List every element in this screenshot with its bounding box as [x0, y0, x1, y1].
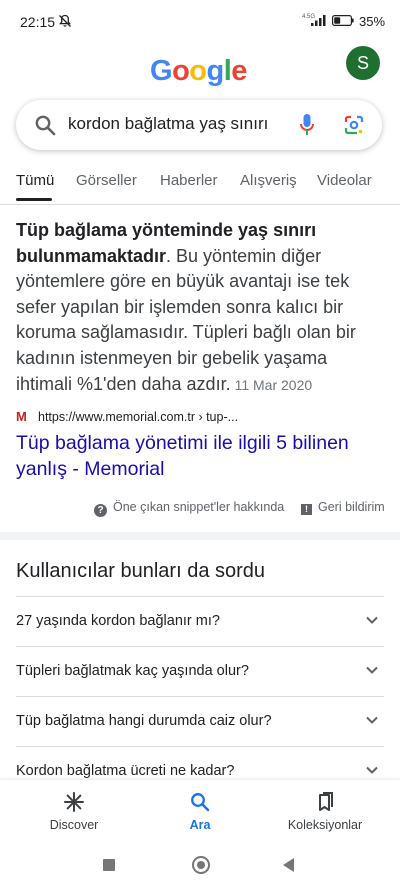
snippet-text: . Bu yöntemin diğer yöntemlere göre en b…	[16, 245, 356, 394]
system-navigation-bar	[0, 844, 400, 888]
paa-question-text: Tüp bağlatma hangi durumda caiz olur?	[16, 713, 272, 729]
chevron-down-icon	[366, 666, 378, 674]
active-tab-indicator	[16, 198, 52, 201]
source-url: https://www.memorial.com.tr › tup-...	[38, 410, 239, 424]
bottom-navigation: Discover Ara Koleksiyonlar	[0, 780, 400, 844]
tab-news[interactable]: Haberler	[160, 172, 218, 189]
svg-text:Google: Google	[150, 55, 247, 87]
section-separator	[0, 532, 400, 540]
back-button[interactable]	[283, 858, 294, 872]
nav-label: Discover	[49, 818, 99, 832]
site-favicon: M	[16, 409, 27, 424]
paa-question[interactable]: Tüp bağlatma hangi durumda caiz olur?	[16, 696, 384, 747]
tabs-divider	[0, 204, 400, 205]
signal-icon	[311, 15, 326, 26]
nav-label: Koleksiyonlar	[287, 818, 363, 832]
nav-search[interactable]: Ara	[140, 780, 260, 844]
chevron-down-icon	[366, 766, 378, 774]
avatar-letter: S	[356, 52, 369, 73]
google-lens-icon[interactable]	[343, 114, 365, 136]
tab-videos[interactable]: Videolar	[317, 172, 372, 189]
google-logo: Google	[150, 55, 248, 87]
home-button[interactable]	[192, 856, 210, 874]
nav-collections[interactable]: Koleksiyonlar	[265, 780, 385, 844]
status-bar: 22:15 4.5G 35%	[0, 0, 400, 44]
tab-all[interactable]: Tümü	[16, 172, 54, 189]
snippet-date: 11 Mar 2020	[234, 376, 313, 393]
feedback-icon: !	[301, 504, 312, 515]
search-box[interactable]: kordon bağlatma yaş sınırı	[16, 100, 382, 150]
status-time: 22:15	[20, 14, 56, 30]
paa-question-text: Tüpleri bağlatmak kaç yaşında olur?	[16, 663, 249, 679]
search-icon	[191, 793, 210, 812]
about-snippets-link[interactable]: ? Öne çıkan snippet'ler hakkında	[94, 500, 284, 517]
mute-bell-icon	[59, 14, 71, 27]
paa-question-text: Kordon bağlatma ücreti ne kadar?	[16, 763, 235, 779]
chevron-down-icon	[366, 616, 378, 624]
chevron-down-icon	[366, 716, 378, 724]
paa-question[interactable]: Tüpleri bağlatmak kaç yaşında olur?	[16, 646, 384, 697]
search-icon	[35, 115, 56, 136]
featured-snippet: Tüp bağlama yönteminde yaş sınırı bulunm…	[16, 218, 368, 398]
about-snippets-label: Öne çıkan snippet'ler hakkında	[113, 500, 285, 514]
bookmarks-icon	[319, 792, 333, 811]
asterisk-icon	[64, 792, 84, 812]
battery-percent: 35%	[359, 14, 386, 29]
result-title-link[interactable]: Tüp bağlama yönetimi ile ilgili 5 biline…	[16, 430, 376, 482]
nav-label: Ara	[189, 818, 211, 832]
help-icon: ?	[94, 504, 107, 517]
paa-question[interactable]: 27 yaşında kordon bağlanır mı?	[16, 596, 384, 647]
result-source[interactable]: Mhttps://www.memorial.com.tr › tup-...	[16, 409, 238, 424]
nav-discover[interactable]: Discover	[14, 780, 134, 844]
search-tabs: Tümü Görseller Haberler Alışveriş Videol…	[0, 166, 400, 206]
feedback-link[interactable]: ! Geri bildirim	[301, 500, 385, 515]
microphone-icon[interactable]	[299, 113, 315, 137]
feedback-label: Geri bildirim	[318, 500, 385, 514]
tab-images[interactable]: Görseller	[76, 172, 137, 189]
account-avatar[interactable]: S	[346, 46, 380, 80]
paa-question-text: 27 yaşında kordon bağlanır mı?	[16, 613, 220, 629]
search-input[interactable]: kordon bağlatma yaş sınırı	[68, 114, 268, 134]
recent-apps-button[interactable]	[103, 859, 115, 871]
people-also-ask-title: Kullanıcılar bunları da sordu	[16, 560, 266, 582]
battery-icon	[332, 15, 354, 26]
tab-shopping[interactable]: Alışveriş	[240, 172, 297, 189]
